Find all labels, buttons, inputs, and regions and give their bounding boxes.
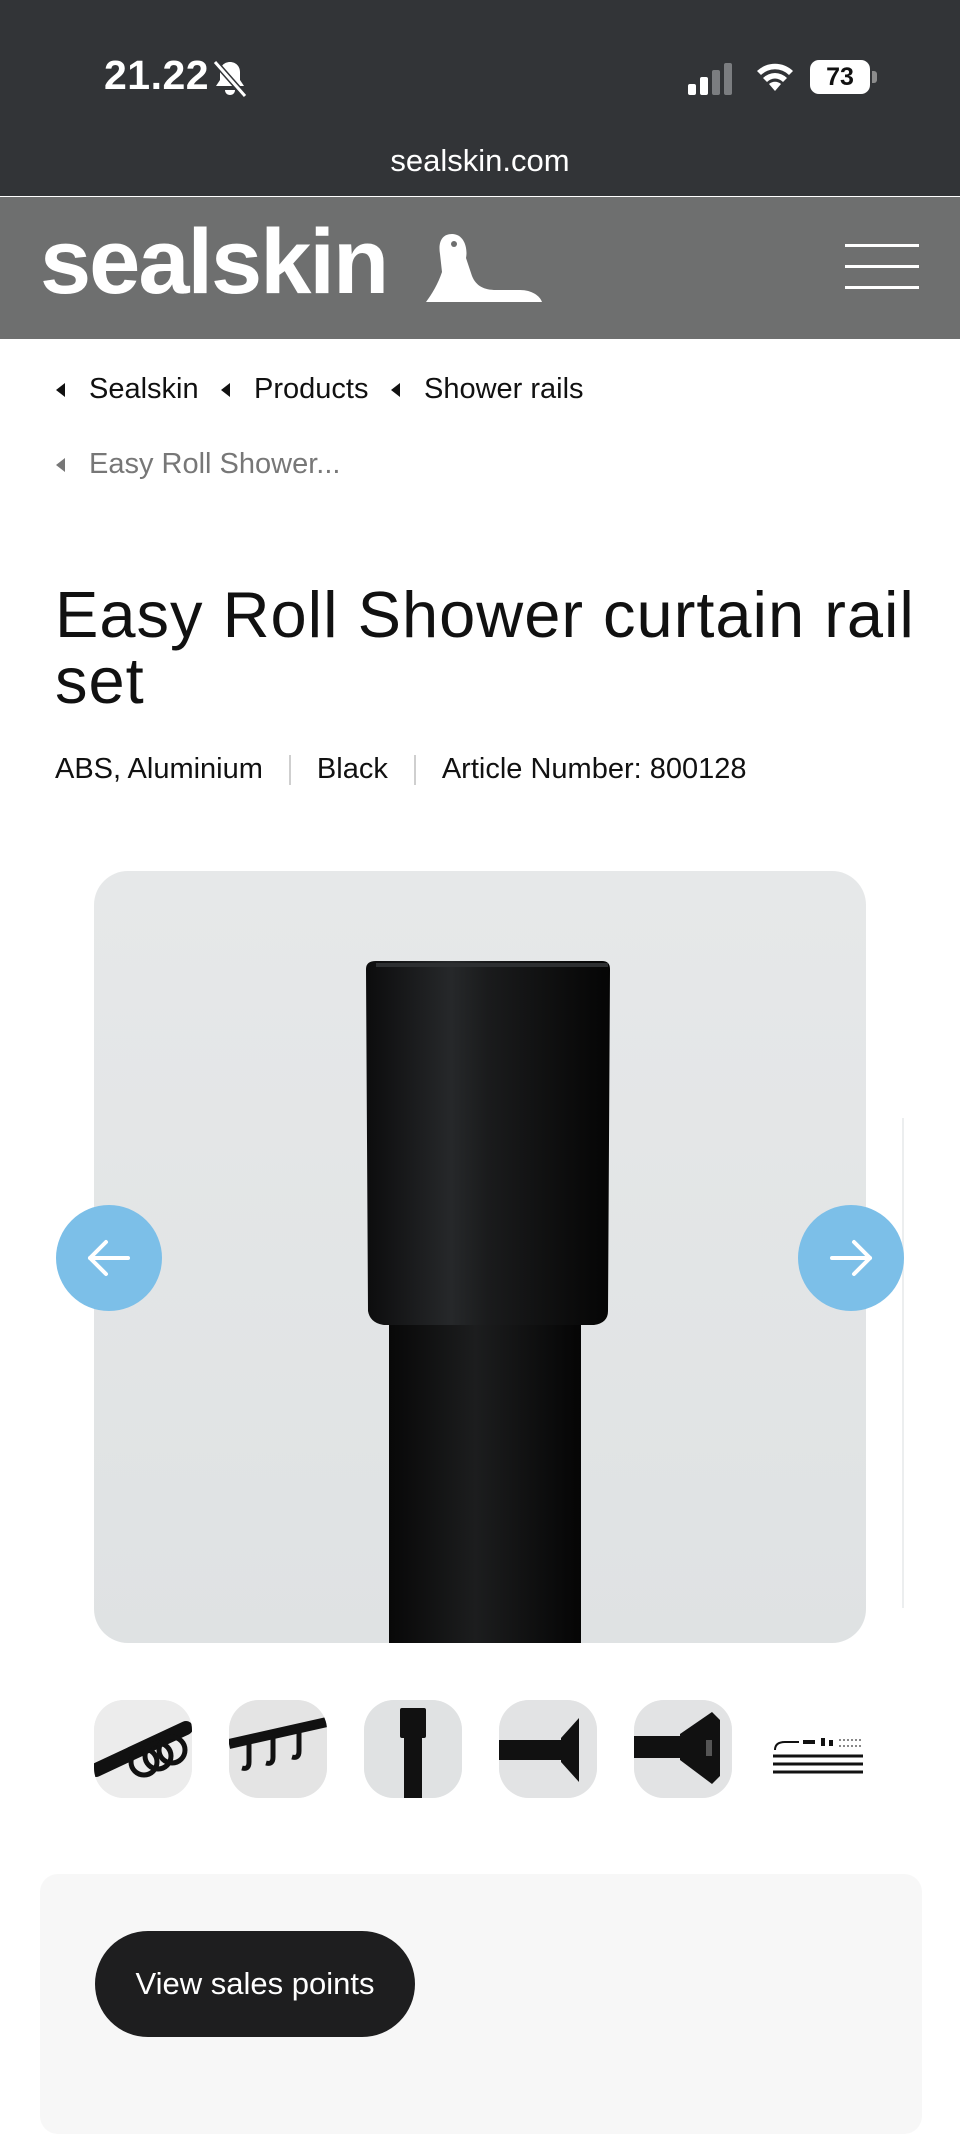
next-slide-peek	[902, 1118, 904, 1608]
product-title: Easy Roll Shower curtain rail set	[55, 578, 915, 717]
wifi-icon	[757, 63, 793, 91]
menu-line-icon	[845, 244, 919, 247]
thumbnail-end-cap[interactable]	[364, 1700, 462, 1798]
end-cap-image	[364, 1700, 462, 1798]
arrow-right-icon	[830, 1240, 872, 1276]
product-specs: ABS, Aluminium Black Article Number: 800…	[55, 753, 747, 786]
thumbnail-rail-with-rings[interactable]	[94, 1700, 192, 1798]
product-color: Black	[316, 753, 388, 785]
view-sales-points-button[interactable]: View sales points	[95, 1931, 415, 2037]
product-image-main[interactable]	[94, 871, 866, 1643]
battery-tip	[872, 71, 877, 83]
previous-image-button[interactable]	[56, 1205, 162, 1311]
battery-indicator: 73	[810, 60, 870, 94]
next-image-button[interactable]	[798, 1205, 904, 1311]
arrow-left-icon	[88, 1240, 130, 1276]
thumbnail-wall-mount-side[interactable]	[499, 1700, 597, 1798]
wall-mount-angle-image	[634, 1700, 732, 1798]
breadcrumb-label: Products	[254, 373, 369, 405]
cellular-signal-icon	[688, 63, 732, 95]
thumbnail-technical-drawing[interactable]	[769, 1700, 867, 1798]
seal-logo-icon[interactable]	[424, 228, 542, 306]
technical-drawing-image	[769, 1700, 867, 1798]
rail-hooks-image	[229, 1700, 327, 1798]
breadcrumb-label: Easy Roll Shower...	[89, 448, 341, 480]
rail-rings-image	[94, 1700, 192, 1798]
address-bar-url[interactable]: sealskin.com	[0, 143, 960, 179]
breadcrumb-label: Shower rails	[424, 373, 584, 405]
caret-left-icon	[391, 382, 400, 397]
breadcrumb-label: Sealskin	[89, 373, 199, 405]
hamburger-menu-button[interactable]	[845, 244, 919, 290]
rail-end-cap-image	[366, 961, 610, 1643]
caret-left-icon	[221, 382, 230, 397]
bell-muted-icon	[212, 60, 248, 98]
sealskin-logo[interactable]: sealskin	[40, 212, 389, 312]
product-article-number: Article Number: 800128	[441, 753, 747, 785]
divider	[413, 754, 416, 785]
status-time: 21.22	[104, 52, 210, 98]
breadcrumb-item-shower-rails[interactable]: Shower rails	[391, 373, 584, 406]
caret-left-icon	[56, 457, 65, 472]
menu-line-icon	[845, 265, 919, 268]
caret-left-icon	[56, 382, 65, 397]
wall-mount-image	[499, 1700, 597, 1798]
product-material: ABS, Aluminium	[55, 753, 263, 785]
thumbnail-rail-with-hooks[interactable]	[229, 1700, 327, 1798]
breadcrumb-item-current: Easy Roll Shower...	[56, 448, 340, 481]
breadcrumb-item-sealskin[interactable]: Sealskin	[56, 373, 199, 406]
divider	[288, 754, 291, 785]
menu-line-icon	[845, 286, 919, 289]
breadcrumb-item-products[interactable]: Products	[221, 373, 368, 406]
thumbnail-wall-mount-angle[interactable]	[634, 1700, 732, 1798]
